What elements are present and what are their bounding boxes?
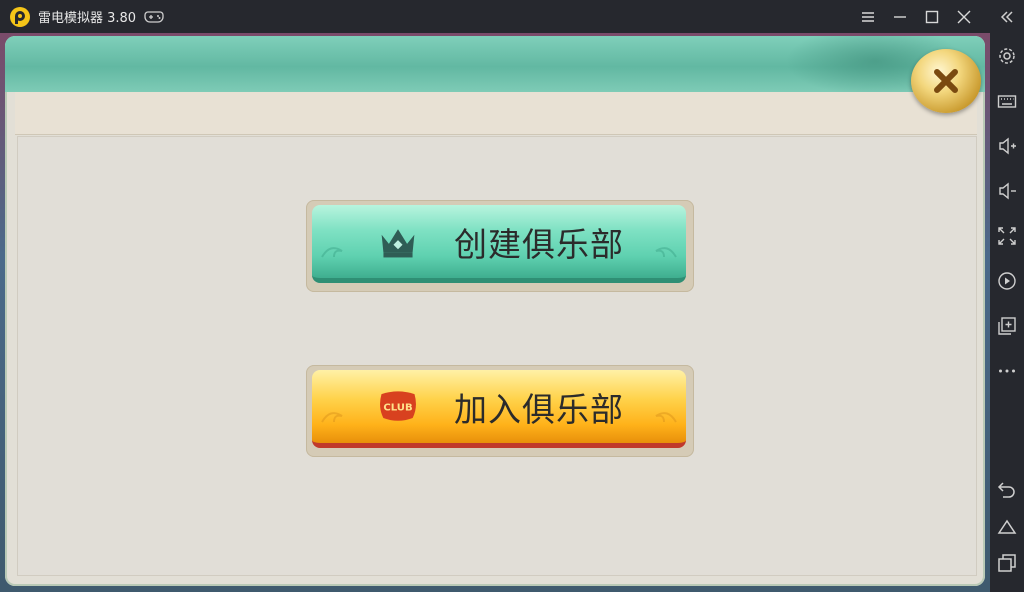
- maximize-icon: [925, 10, 939, 23]
- game-viewport: 创建俱乐部 CLUB 加入俱乐部: [0, 33, 990, 592]
- collapse-icon: [1000, 11, 1013, 23]
- keyboard-button[interactable]: [990, 86, 1024, 116]
- fullscreen-button[interactable]: [990, 221, 1024, 251]
- create-club-button[interactable]: 创建俱乐部: [312, 205, 686, 283]
- home-icon: [997, 519, 1017, 534]
- crown-icon: [376, 220, 420, 264]
- close-dialog-button[interactable]: [911, 49, 981, 113]
- app-title: 雷电模拟器 3.80: [38, 11, 137, 26]
- volume-up-icon: [999, 137, 1016, 155]
- join-club-slot: CLUB 加入俱乐部: [306, 365, 694, 457]
- back-button[interactable]: [990, 474, 1024, 504]
- close-x-icon: [934, 69, 958, 93]
- keyboard-icon: [997, 95, 1017, 108]
- multi-instance-icon: [998, 317, 1016, 335]
- gamepad-icon[interactable]: [144, 10, 164, 24]
- multi-instance-button[interactable]: [990, 311, 1024, 341]
- menu-icon: [862, 11, 874, 22]
- emulator-titlebar: 雷电模拟器 3.80: [0, 0, 990, 33]
- back-icon: [997, 482, 1015, 498]
- record-icon: [998, 272, 1016, 290]
- cloud-swirl-decoration: [655, 412, 677, 423]
- more-button[interactable]: [990, 356, 1024, 386]
- cloud-swirl-decoration: [321, 412, 343, 423]
- minimize-icon: [894, 15, 906, 18]
- menu-button[interactable]: [852, 0, 884, 33]
- join-club-label: 加入俱乐部: [454, 389, 624, 429]
- volume-down-button[interactable]: [990, 176, 1024, 206]
- close-icon: [957, 10, 971, 23]
- dialog-header-strip: [15, 92, 977, 135]
- recent-apps-icon: [998, 554, 1016, 572]
- club-badge-icon: CLUB: [376, 385, 420, 429]
- settings-icon: [999, 48, 1015, 64]
- cloud-swirl-decoration: [321, 247, 343, 258]
- club-dialog: 创建俱乐部 CLUB 加入俱乐部: [5, 36, 985, 586]
- volume-down-icon: [999, 182, 1016, 200]
- club-badge-text: CLUB: [383, 402, 412, 413]
- join-club-button[interactable]: CLUB 加入俱乐部: [312, 370, 686, 448]
- minimize-button[interactable]: [884, 0, 916, 33]
- recent-apps-button[interactable]: [990, 548, 1024, 578]
- maximize-button[interactable]: [916, 0, 948, 33]
- collapse-sidebar-button[interactable]: [990, 2, 1024, 32]
- create-club-label: 创建俱乐部: [454, 224, 624, 264]
- settings-button[interactable]: [990, 41, 1024, 71]
- emulator-sidebar: [990, 0, 1024, 592]
- app-logo-icon: [10, 6, 30, 27]
- create-club-slot: 创建俱乐部: [306, 200, 694, 292]
- home-button[interactable]: [990, 512, 1024, 542]
- record-button[interactable]: [990, 266, 1024, 296]
- cloud-swirl-decoration: [655, 247, 677, 258]
- close-window-button[interactable]: [948, 0, 980, 33]
- dialog-banner: [5, 36, 985, 92]
- more-icon: [999, 369, 1015, 373]
- volume-up-button[interactable]: [990, 131, 1024, 161]
- fullscreen-icon: [998, 227, 1016, 245]
